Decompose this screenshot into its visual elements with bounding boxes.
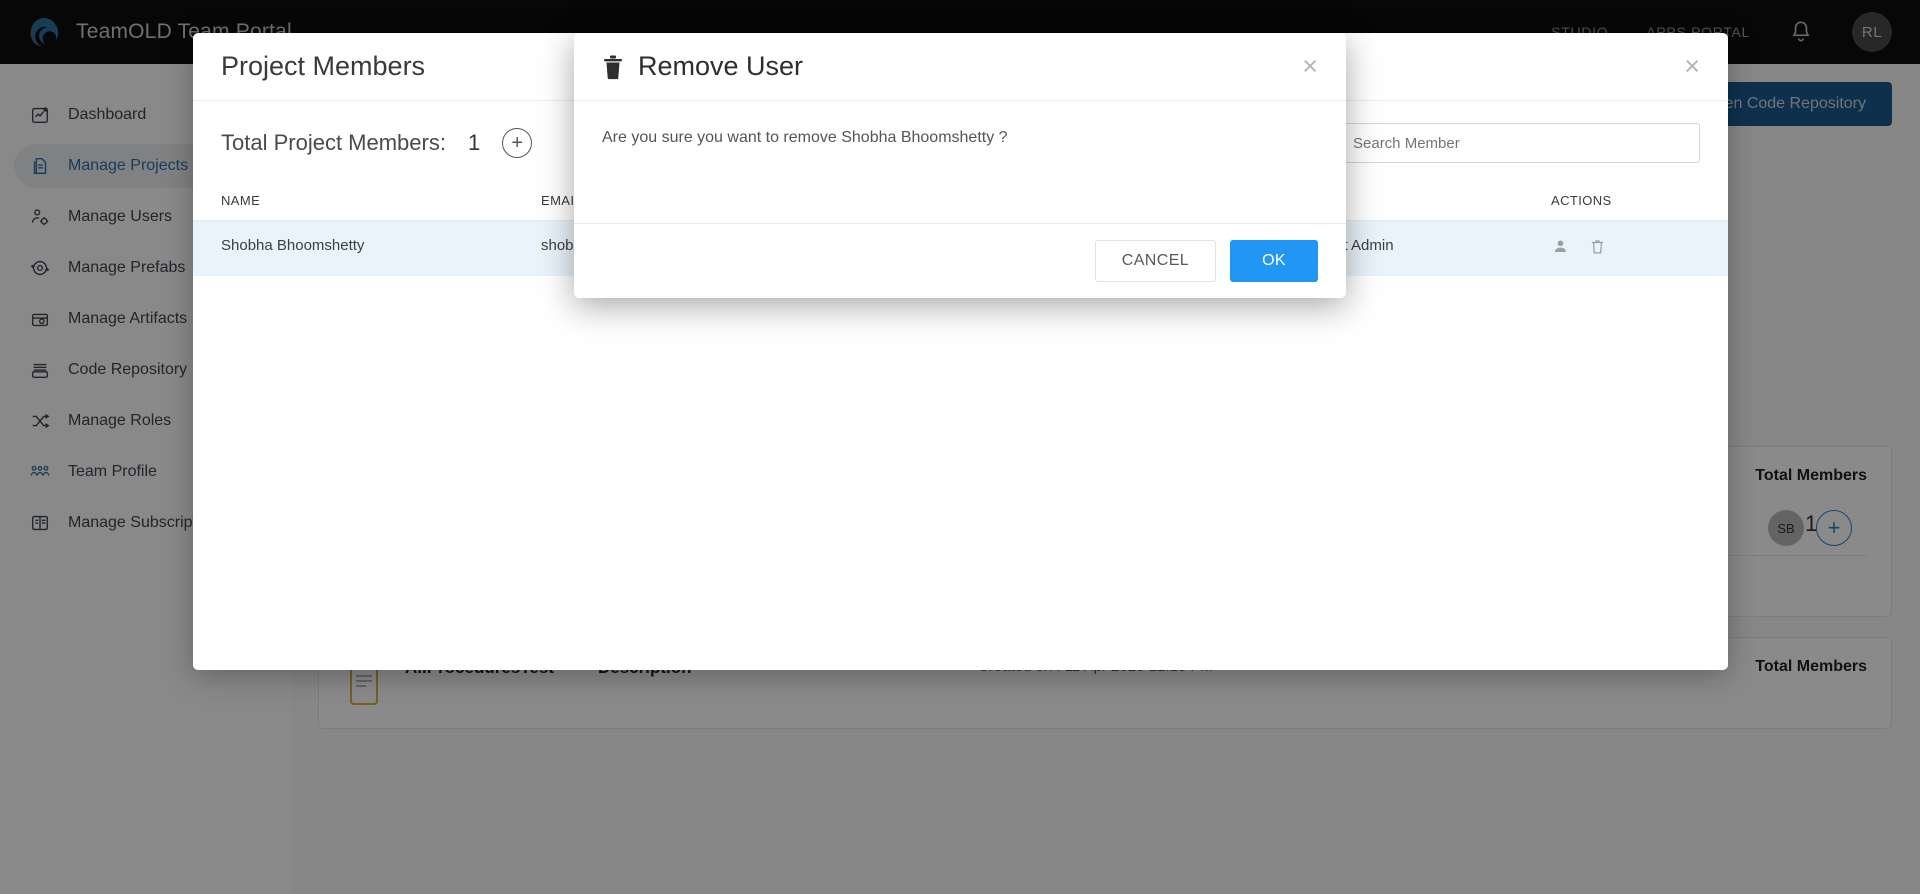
total-members-label: Total Project Members: <box>221 130 446 156</box>
dialog-header: Remove User × <box>574 33 1346 101</box>
close-icon[interactable]: × <box>1302 53 1318 80</box>
app-root: TeamOLD Team Portal STUDIO APPS PORTAL R… <box>0 0 1920 894</box>
person-icon[interactable] <box>1551 237 1570 260</box>
cancel-button[interactable]: CANCEL <box>1095 240 1216 282</box>
confirmation-message: Are you sure you want to remove Shobha B… <box>602 129 1008 146</box>
cell-name: Shobha Bhoomshetty <box>221 237 541 260</box>
cell-actions <box>1551 237 1691 260</box>
column-header-name: NAME <box>221 193 541 208</box>
trash-icon[interactable] <box>1588 237 1607 260</box>
trash-icon <box>602 54 624 80</box>
close-icon[interactable]: × <box>1684 53 1700 80</box>
plus-circle-icon[interactable]: + <box>502 128 532 158</box>
remove-user-dialog: Remove User × Are you sure you want to r… <box>574 33 1346 298</box>
search-wrapper <box>1340 123 1700 163</box>
dialog-body: Are you sure you want to remove Shobha B… <box>574 101 1346 223</box>
search-input[interactable] <box>1340 123 1700 163</box>
column-header-actions: ACTIONS <box>1551 193 1691 208</box>
dialog-footer: CANCEL OK <box>574 223 1346 297</box>
dialog-title: Project Members <box>221 51 425 82</box>
dialog-title: Remove User <box>638 51 803 82</box>
total-members-count: 1 <box>468 130 480 156</box>
ok-button[interactable]: OK <box>1230 240 1318 282</box>
